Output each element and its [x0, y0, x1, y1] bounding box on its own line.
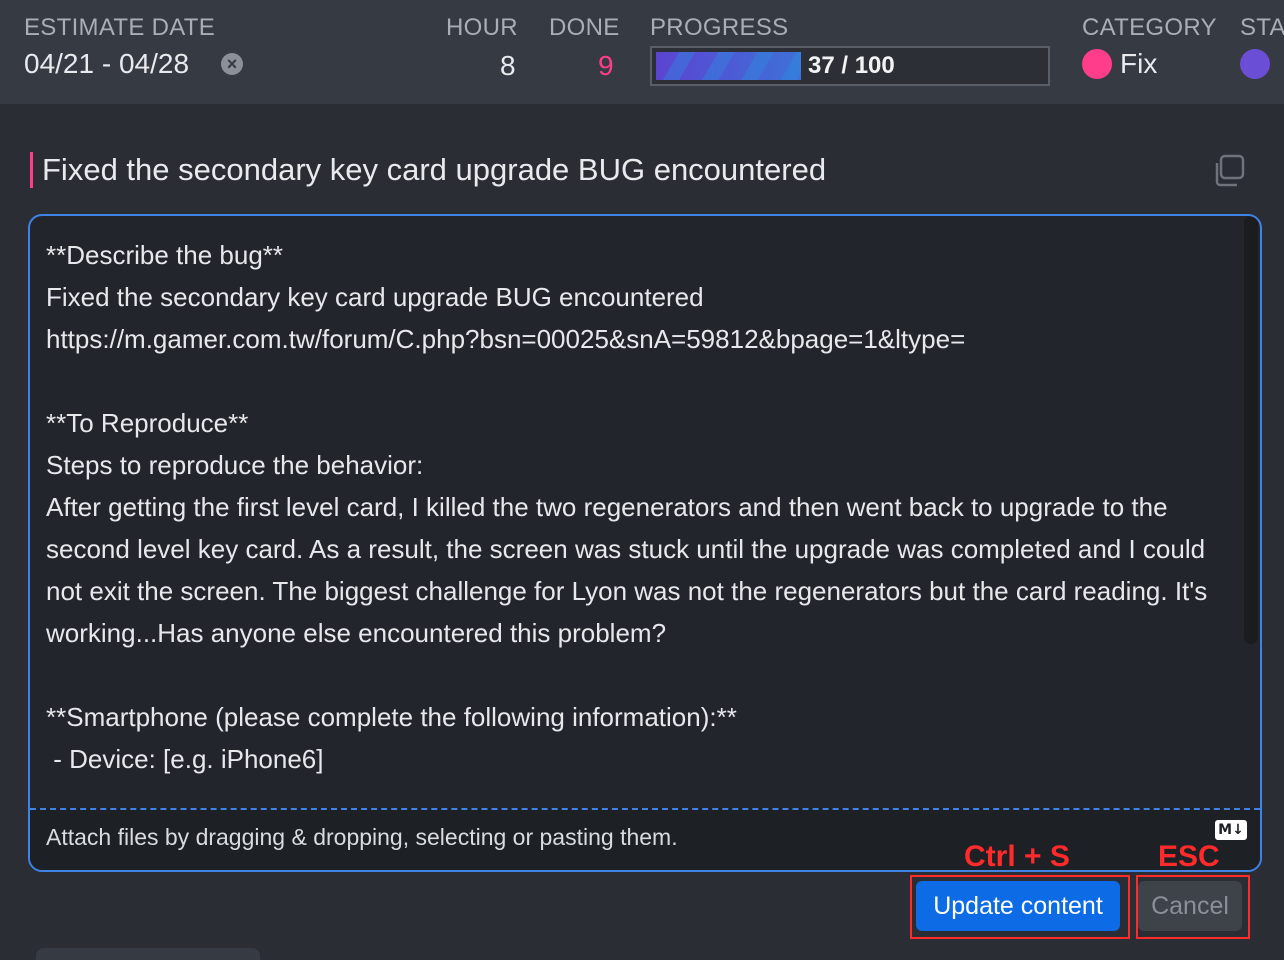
cancel-button[interactable]: Cancel — [1138, 881, 1242, 931]
done-label: DONE — [549, 14, 620, 41]
progress-fill — [656, 52, 801, 80]
update-content-button[interactable]: Update content — [916, 881, 1120, 931]
category-value[interactable]: Fix — [1120, 48, 1157, 80]
copy-icon[interactable] — [1212, 154, 1246, 188]
title-accent-bar — [30, 152, 33, 188]
cancel-shortcut-hint: ESC — [1158, 840, 1220, 873]
task-title[interactable]: Fixed the secondary key card upgrade BUG… — [42, 152, 826, 188]
status-label: STA — [1240, 14, 1284, 41]
hour-value[interactable]: 8 — [500, 50, 516, 82]
hour-label: HOUR — [446, 14, 518, 41]
category-color-dot — [1082, 49, 1112, 79]
editor-textarea[interactable]: **Describe the bug** Fixed the secondary… — [46, 234, 1236, 806]
bottom-tab[interactable] — [36, 948, 260, 960]
attach-hint: Attach files by dragging & dropping, sel… — [46, 824, 678, 850]
estimate-date-value[interactable]: 04/21 - 04/28 — [24, 48, 189, 80]
estimate-date-label: ESTIMATE DATE — [24, 14, 216, 41]
editor-scrollbar[interactable] — [1244, 216, 1258, 644]
markdown-editor[interactable]: **Describe the bug** Fixed the secondary… — [28, 214, 1262, 872]
markdown-icon[interactable]: M↓ — [1215, 820, 1247, 840]
progress-bar[interactable]: 37 / 100 — [650, 46, 1050, 86]
status-color-dot[interactable] — [1240, 49, 1270, 79]
done-value[interactable]: 9 — [598, 50, 614, 82]
category-label: CATEGORY — [1082, 14, 1217, 41]
clear-date-icon[interactable]: × — [221, 53, 243, 75]
save-shortcut-hint: Ctrl + S — [964, 840, 1070, 873]
task-header: ESTIMATE DATE 04/21 - 04/28 × HOUR 8 DON… — [0, 0, 1284, 104]
attach-files-bar[interactable]: Attach files by dragging & dropping, sel… — [30, 808, 1260, 870]
progress-label: PROGRESS — [650, 14, 789, 41]
progress-text: 37 / 100 — [808, 52, 895, 79]
